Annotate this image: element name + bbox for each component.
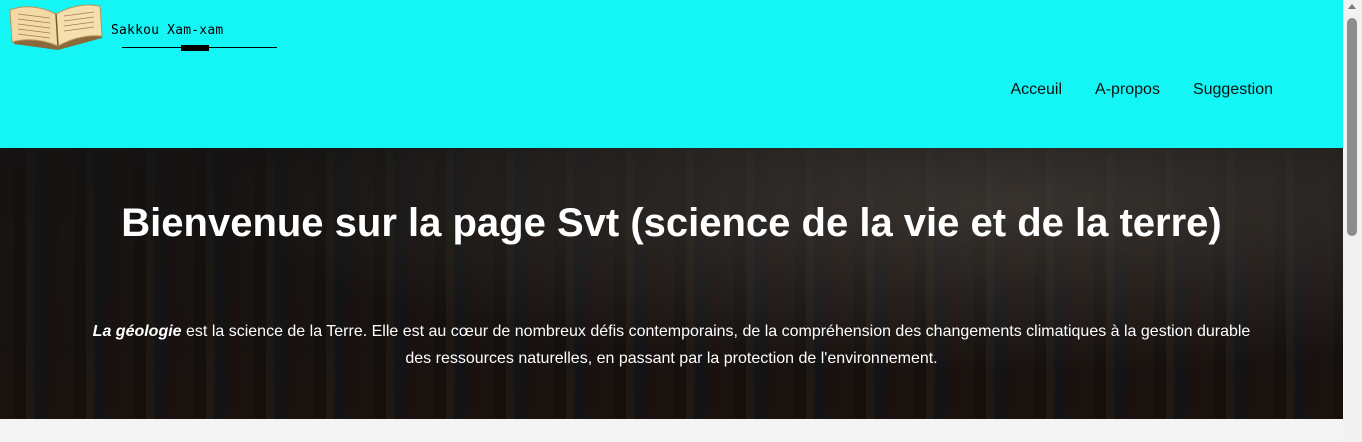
brand-underline-accent bbox=[181, 45, 209, 51]
main-nav: Acceuil A-propos Suggestion bbox=[977, 81, 1273, 99]
logo[interactable]: Sakkou Xam-xam bbox=[6, 0, 277, 56]
intro-emphasis: La géologie bbox=[92, 323, 182, 340]
vertical-scrollbar[interactable] bbox=[1343, 0, 1362, 442]
nav-link-a-propos[interactable]: A-propos bbox=[1095, 81, 1160, 99]
site-header: Sakkou Xam-xam Acceuil A-propos Suggesti… bbox=[0, 0, 1343, 148]
page-title: Bienvenue sur la page Svt (science de la… bbox=[121, 200, 1222, 245]
nav-link-suggestion[interactable]: Suggestion bbox=[1193, 81, 1273, 99]
scrollbar-thumb[interactable] bbox=[1347, 18, 1357, 236]
page: Sakkou Xam-xam Acceuil A-propos Suggesti… bbox=[0, 0, 1343, 442]
nav-link-acceuil[interactable]: Acceuil bbox=[1010, 81, 1062, 99]
intro-paragraph: La géologie est la science de la Terre. … bbox=[90, 318, 1253, 372]
hero-background-image bbox=[0, 148, 1343, 419]
brand-name: Sakkou Xam-xam bbox=[111, 23, 224, 38]
scroll-up-arrow-icon[interactable] bbox=[1348, 4, 1356, 9]
open-book-icon bbox=[9, 4, 103, 50]
hero-banner: Bienvenue sur la page Svt (science de la… bbox=[0, 148, 1343, 419]
intro-text: est la science de la Terre. Elle est au … bbox=[181, 323, 1251, 367]
